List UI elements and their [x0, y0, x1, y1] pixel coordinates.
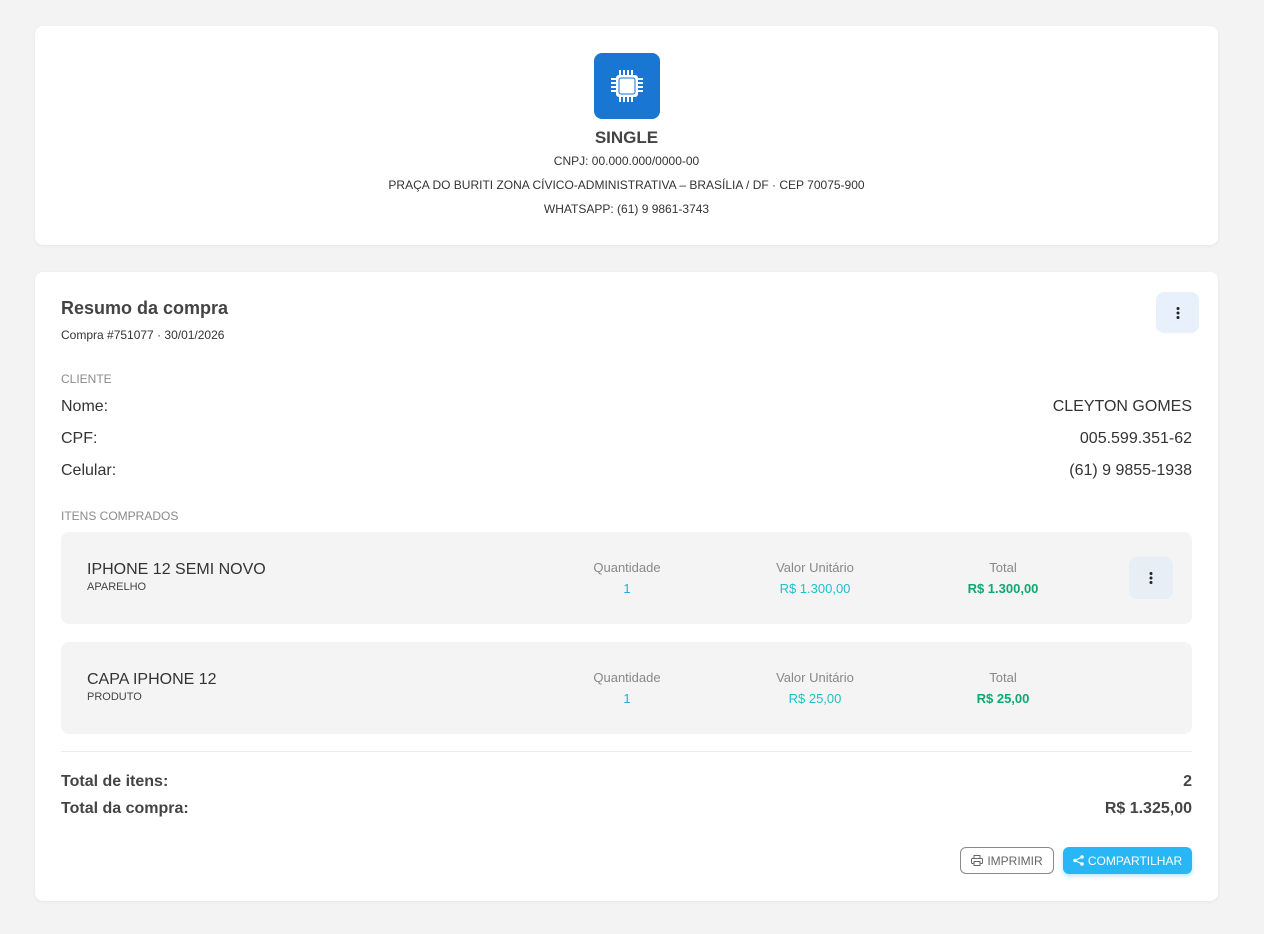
- total-label: Total: [989, 670, 1017, 685]
- client-section-label: CLIENTE: [61, 372, 112, 386]
- company-logo: [594, 53, 660, 119]
- company-cnpj: CNPJ: 00.000.000/0000-00: [553, 154, 700, 168]
- list-item: CAPA IPHONE 12 PRODUTO Quantidade 1 Valo…: [61, 642, 1192, 734]
- print-label: IMPRIMIR: [987, 853, 1043, 868]
- total-items-row: Total de itens: 2: [61, 773, 1192, 791]
- list-item: IPHONE 12 SEMI NOVO APARELHO Quantidade …: [61, 532, 1192, 624]
- total-purchase-value: R$ 1.325,00: [1104, 800, 1192, 817]
- purchase-subtitle: Compra #751077 · 30/01/2026: [61, 328, 225, 342]
- summary-menu-button[interactable]: [1156, 292, 1199, 333]
- client-name-label: Nome:: [61, 398, 109, 415]
- print-button[interactable]: IMPRIMIR: [960, 847, 1054, 874]
- company-name: SINGLE: [594, 128, 659, 147]
- client-cpf-label: CPF:: [61, 430, 98, 447]
- total-purchase-label: Total da compra:: [61, 800, 189, 817]
- page-title: Resumo da compra: [61, 298, 229, 318]
- item-unit-price: Valor Unitário R$ 25,00: [735, 670, 895, 706]
- unit-price-value: R$ 1.300,00: [779, 581, 851, 596]
- qty-label: Quantidade: [593, 670, 661, 685]
- client-phone-row: Celular: (61) 9 9855-1938: [61, 462, 1192, 480]
- qty-label: Quantidade: [593, 560, 661, 575]
- client-phone-value: (61) 9 9855-1938: [1069, 462, 1192, 479]
- item-unit-price: Valor Unitário R$ 1.300,00: [735, 560, 895, 596]
- item-name: CAPA IPHONE 12: [87, 671, 217, 688]
- total-purchase-row: Total da compra: R$ 1.325,00: [61, 800, 1192, 818]
- item-category: APARELHO: [87, 581, 147, 593]
- unit-price-label: Valor Unitário: [776, 560, 854, 575]
- item-qty: Quantidade 1: [547, 560, 707, 596]
- item-qty: Quantidade 1: [547, 670, 707, 706]
- company-address: PRAÇA DO BURITI ZONA CÍVICO-ADMINISTRATI…: [388, 178, 865, 192]
- qty-value: 1: [623, 581, 631, 596]
- total-value: R$ 25,00: [976, 691, 1030, 706]
- unit-price-value: R$ 25,00: [788, 691, 842, 706]
- item-total: Total R$ 1.300,00: [923, 560, 1083, 596]
- share-button[interactable]: COMPARTILHAR: [1063, 847, 1192, 874]
- total-items-label: Total de itens:: [61, 773, 169, 790]
- printer-icon: [971, 855, 984, 866]
- item-menu-button[interactable]: [1129, 557, 1173, 599]
- share-label: COMPARTILHAR: [1087, 853, 1183, 868]
- more-vert-icon: [1149, 572, 1153, 584]
- share-icon: [1073, 855, 1084, 866]
- client-phone-label: Celular:: [61, 462, 117, 479]
- total-value: R$ 1.300,00: [967, 581, 1039, 596]
- more-vert-icon: [1176, 306, 1179, 319]
- item-total: Total R$ 25,00: [923, 670, 1083, 706]
- company-card: SINGLE CNPJ: 00.000.000/0000-00 PRAÇA DO…: [35, 26, 1218, 245]
- company-whatsapp: WHATSAPP: (61) 9 9861-3743: [543, 202, 710, 216]
- chip-icon: [611, 70, 643, 102]
- qty-value: 1: [623, 691, 631, 706]
- client-name-value: CLEYTON GOMES: [1052, 398, 1192, 415]
- divider: [61, 751, 1192, 752]
- items-section-label: ITENS COMPRADOS: [61, 509, 179, 523]
- client-name-row: Nome: CLEYTON GOMES: [61, 398, 1192, 416]
- item-name: IPHONE 12 SEMI NOVO: [87, 561, 266, 578]
- client-cpf-value: 005.599.351-62: [1079, 430, 1192, 447]
- total-items-value: 2: [1183, 773, 1192, 790]
- client-cpf-row: CPF: 005.599.351-62: [61, 430, 1192, 448]
- purchase-summary-card: Resumo da compra Compra #751077 · 30/01/…: [35, 272, 1218, 901]
- item-category: PRODUTO: [87, 691, 142, 703]
- unit-price-label: Valor Unitário: [776, 670, 854, 685]
- total-label: Total: [989, 560, 1017, 575]
